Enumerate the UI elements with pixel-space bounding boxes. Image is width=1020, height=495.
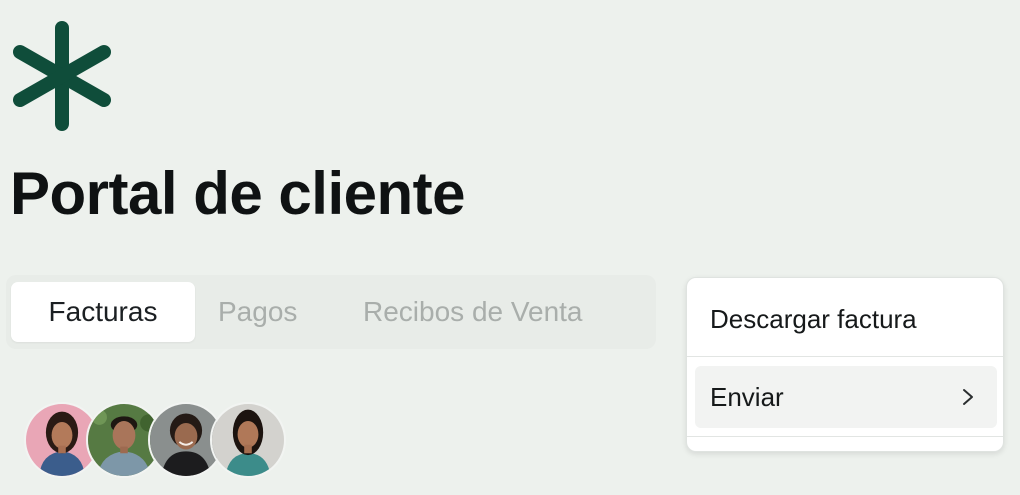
tab-bar: Facturas Pagos Recibos de Venta	[6, 275, 656, 349]
menu-divider	[687, 436, 1003, 437]
tab-facturas[interactable]: Facturas	[11, 282, 195, 342]
person-photo-4-icon	[212, 404, 284, 476]
invoice-actions-menu: Descargar factura Enviar	[686, 277, 1004, 452]
chevron-right-icon	[963, 389, 973, 405]
send-label: Enviar	[710, 382, 784, 412]
download-invoice-menu-item[interactable]: Descargar factura	[695, 288, 997, 350]
tab-recibos-de-venta[interactable]: Recibos de Venta	[363, 282, 583, 342]
send-menu-item[interactable]: Enviar	[695, 366, 997, 428]
menu-divider	[687, 356, 1003, 357]
asterisk-logo-icon	[13, 21, 111, 131]
avatar	[210, 402, 286, 478]
page-title: Portal de cliente	[10, 160, 465, 227]
tab-pagos[interactable]: Pagos	[218, 282, 297, 342]
